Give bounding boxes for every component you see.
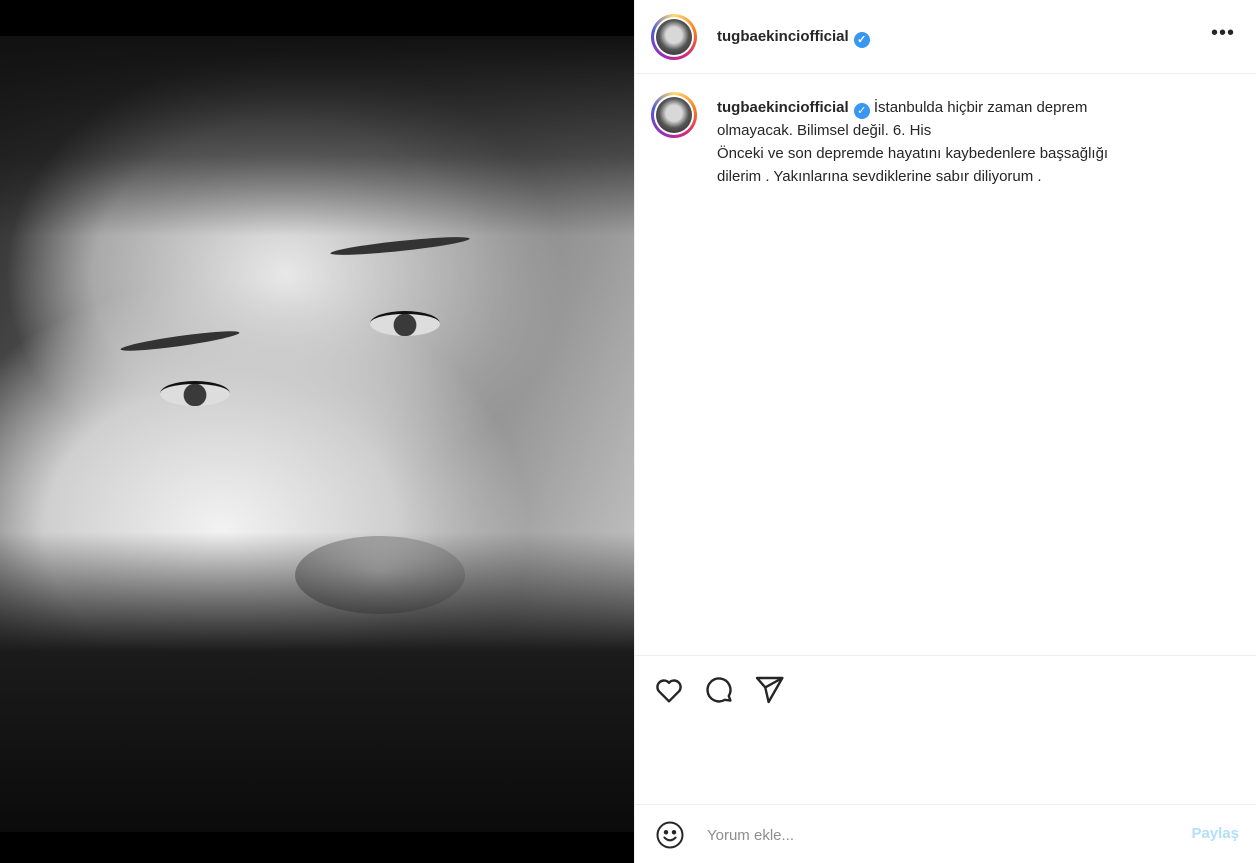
heart-icon[interactable] [653,674,685,706]
photo-right-eye [370,311,440,336]
caption-line-1: tugbaekinciofficial ✓ İstanbulda hiçbir z… [717,96,1217,119]
caption-line-2: olmayacak. Bilimsel değil. 6. His [717,122,932,139]
avatar-image [656,19,692,55]
comment-composer: Paylaş [635,804,1256,863]
post-comment-button[interactable]: Paylaş [1191,825,1239,842]
caption-line-3: Önceki ve son depremde hayatını kaybeden… [717,145,1109,162]
comment-icon[interactable] [703,674,735,706]
emoji-icon[interactable] [655,820,685,850]
caption-username[interactable]: tugbaekinciofficial [717,99,849,116]
header-username-text: tugbaekinciofficial [717,28,849,45]
post-photo[interactable] [0,36,634,832]
caption-avatar[interactable] [651,92,697,138]
photo-right-brow [329,233,471,259]
comment-input[interactable] [705,821,1149,849]
avatar-image [656,97,692,133]
share-icon[interactable] [753,674,785,706]
photo-left-eye [160,381,230,406]
post-side-panel: tugbaekinciofficial ✓ ••• tugbaekincioffi… [634,0,1256,863]
verified-badge-icon: ✓ [853,32,870,48]
post-media [0,0,634,863]
avatar[interactable] [651,14,697,60]
verified-badge-icon: ✓ [853,103,870,119]
header-username[interactable]: tugbaekinciofficial ✓ [717,28,870,48]
photo-jacket-shade [0,532,634,832]
photo-left-brow [119,327,241,355]
post-caption: tugbaekinciofficial ✓ İstanbulda hiçbir z… [717,96,1217,188]
caption-text-1: İstanbulda hiçbir zaman deprem [873,99,1088,116]
caption-line-4: dilerim . Yakınlarına sevdiklerine sabır… [717,168,1042,185]
more-options-icon[interactable]: ••• [1211,22,1235,45]
post-actions [635,655,1256,719]
photo-hair-shade [0,36,634,236]
post-header: tugbaekinciofficial ✓ ••• [635,0,1256,74]
